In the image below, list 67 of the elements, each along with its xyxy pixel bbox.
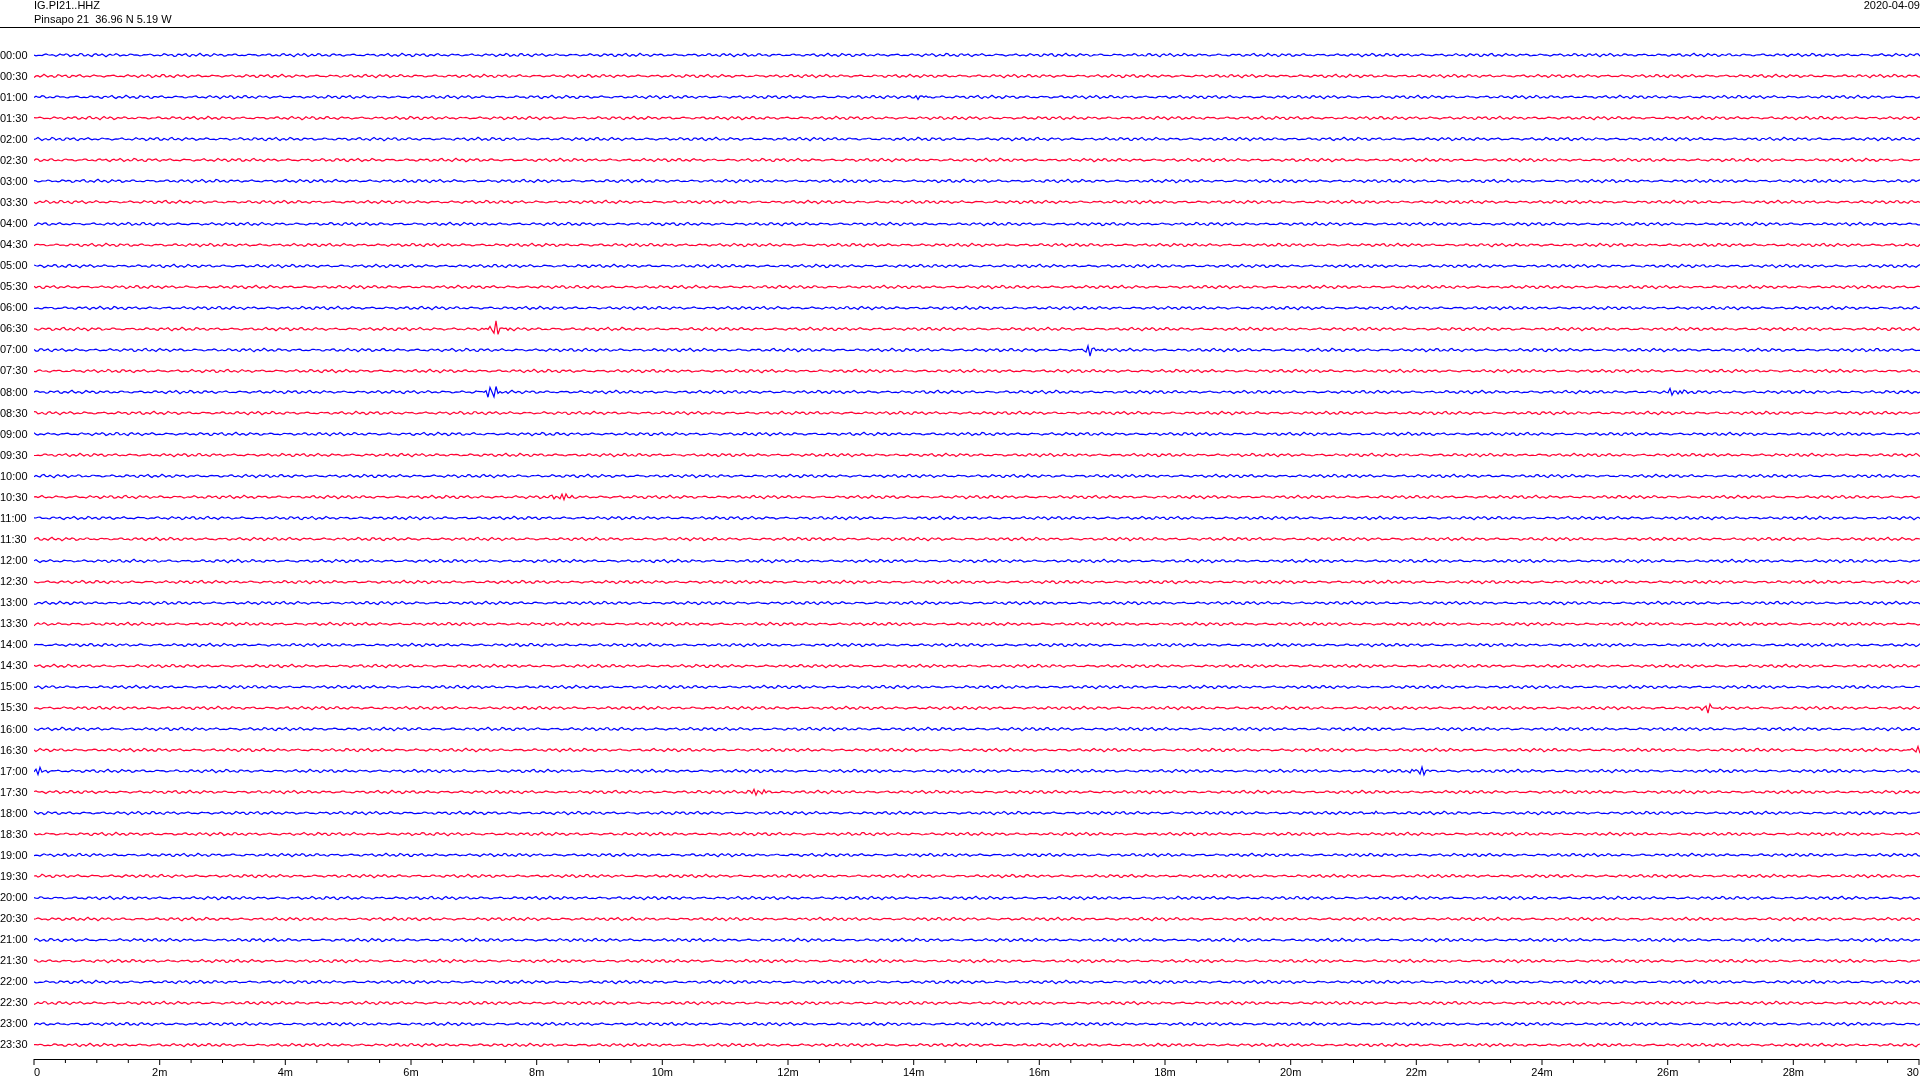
time-label: 18:00 xyxy=(0,806,29,819)
time-label: 21:30 xyxy=(0,954,29,967)
axis-label: 18m xyxy=(1154,1066,1176,1078)
time-label: 02:30 xyxy=(0,153,29,166)
axis-label: 4m xyxy=(277,1066,293,1078)
time-label: 09:00 xyxy=(0,427,29,440)
time-label: 06:00 xyxy=(0,301,29,314)
time-label: 21:00 xyxy=(0,933,29,946)
time-label: 15:30 xyxy=(0,701,29,714)
time-label: 14:30 xyxy=(0,659,29,672)
axis-label: 30 xyxy=(1906,1066,1919,1078)
time-label: 09:30 xyxy=(0,448,29,461)
time-label: 17:00 xyxy=(0,764,29,777)
time-label: 08:00 xyxy=(0,385,29,398)
time-label: 23:30 xyxy=(0,1038,29,1051)
time-label: 00:00 xyxy=(0,48,29,61)
axis-label: 10m xyxy=(651,1066,674,1078)
time-label: 22:30 xyxy=(0,996,29,1009)
time-label: 23:00 xyxy=(0,1017,29,1030)
time-label: 08:30 xyxy=(0,406,29,419)
time-label: 11:00 xyxy=(0,511,28,524)
time-label: 16:00 xyxy=(0,722,29,735)
time-label: 16:30 xyxy=(0,743,29,756)
time-label: 02:00 xyxy=(0,132,29,145)
time-label: 05:00 xyxy=(0,259,29,272)
time-label: 01:00 xyxy=(0,90,29,103)
time-label: 13:00 xyxy=(0,596,29,609)
time-label: 05:30 xyxy=(0,280,29,293)
time-label: 04:00 xyxy=(0,217,29,230)
axis-label: 0 xyxy=(34,1066,41,1078)
axis-label: 6m xyxy=(403,1066,419,1078)
axis-label: 12m xyxy=(777,1066,799,1078)
axis-label: 8m xyxy=(529,1066,545,1078)
time-label: 20:00 xyxy=(0,891,29,904)
time-label: 14:00 xyxy=(0,638,29,651)
time-label: 22:00 xyxy=(0,975,29,988)
time-label: 07:30 xyxy=(0,364,29,377)
time-label: 15:00 xyxy=(0,680,29,693)
time-label: 10:30 xyxy=(0,490,29,503)
time-label: 03:00 xyxy=(0,174,29,187)
date-label: 2020-04-09 xyxy=(1863,0,1920,12)
time-label: 17:30 xyxy=(0,785,29,798)
time-label: 18:30 xyxy=(0,827,29,840)
time-label: 19:30 xyxy=(0,869,29,882)
time-label: 06:30 xyxy=(0,322,29,335)
time-label: 13:30 xyxy=(0,617,29,630)
time-label: 20:30 xyxy=(0,912,29,925)
time-label: 11:30 xyxy=(0,532,28,545)
time-label: 12:30 xyxy=(0,575,29,588)
axis-label: 24m xyxy=(1531,1066,1553,1078)
axis-label: 28m xyxy=(1782,1066,1805,1078)
axis-label: 22m xyxy=(1405,1066,1428,1078)
time-label: 07:00 xyxy=(0,343,29,356)
time-label: 10:00 xyxy=(0,469,29,482)
axis-label: 2m xyxy=(152,1066,168,1078)
axis-label: 16m xyxy=(1028,1066,1051,1078)
axis-label: 26m xyxy=(1656,1066,1679,1078)
time-label: 19:00 xyxy=(0,848,29,861)
axis-label: 20m xyxy=(1279,1066,1302,1078)
time-label: 01:30 xyxy=(0,111,29,124)
axis-label: 14m xyxy=(902,1066,925,1078)
time-label: 03:30 xyxy=(0,195,29,208)
time-label: 00:30 xyxy=(0,69,29,82)
channel-code: IG.PI21..HHZ xyxy=(34,0,102,12)
station-info: Pinsapo 21 36.96 N 5.19 W xyxy=(34,12,172,26)
time-label: 12:00 xyxy=(0,554,29,567)
time-label: 04:30 xyxy=(0,238,29,251)
